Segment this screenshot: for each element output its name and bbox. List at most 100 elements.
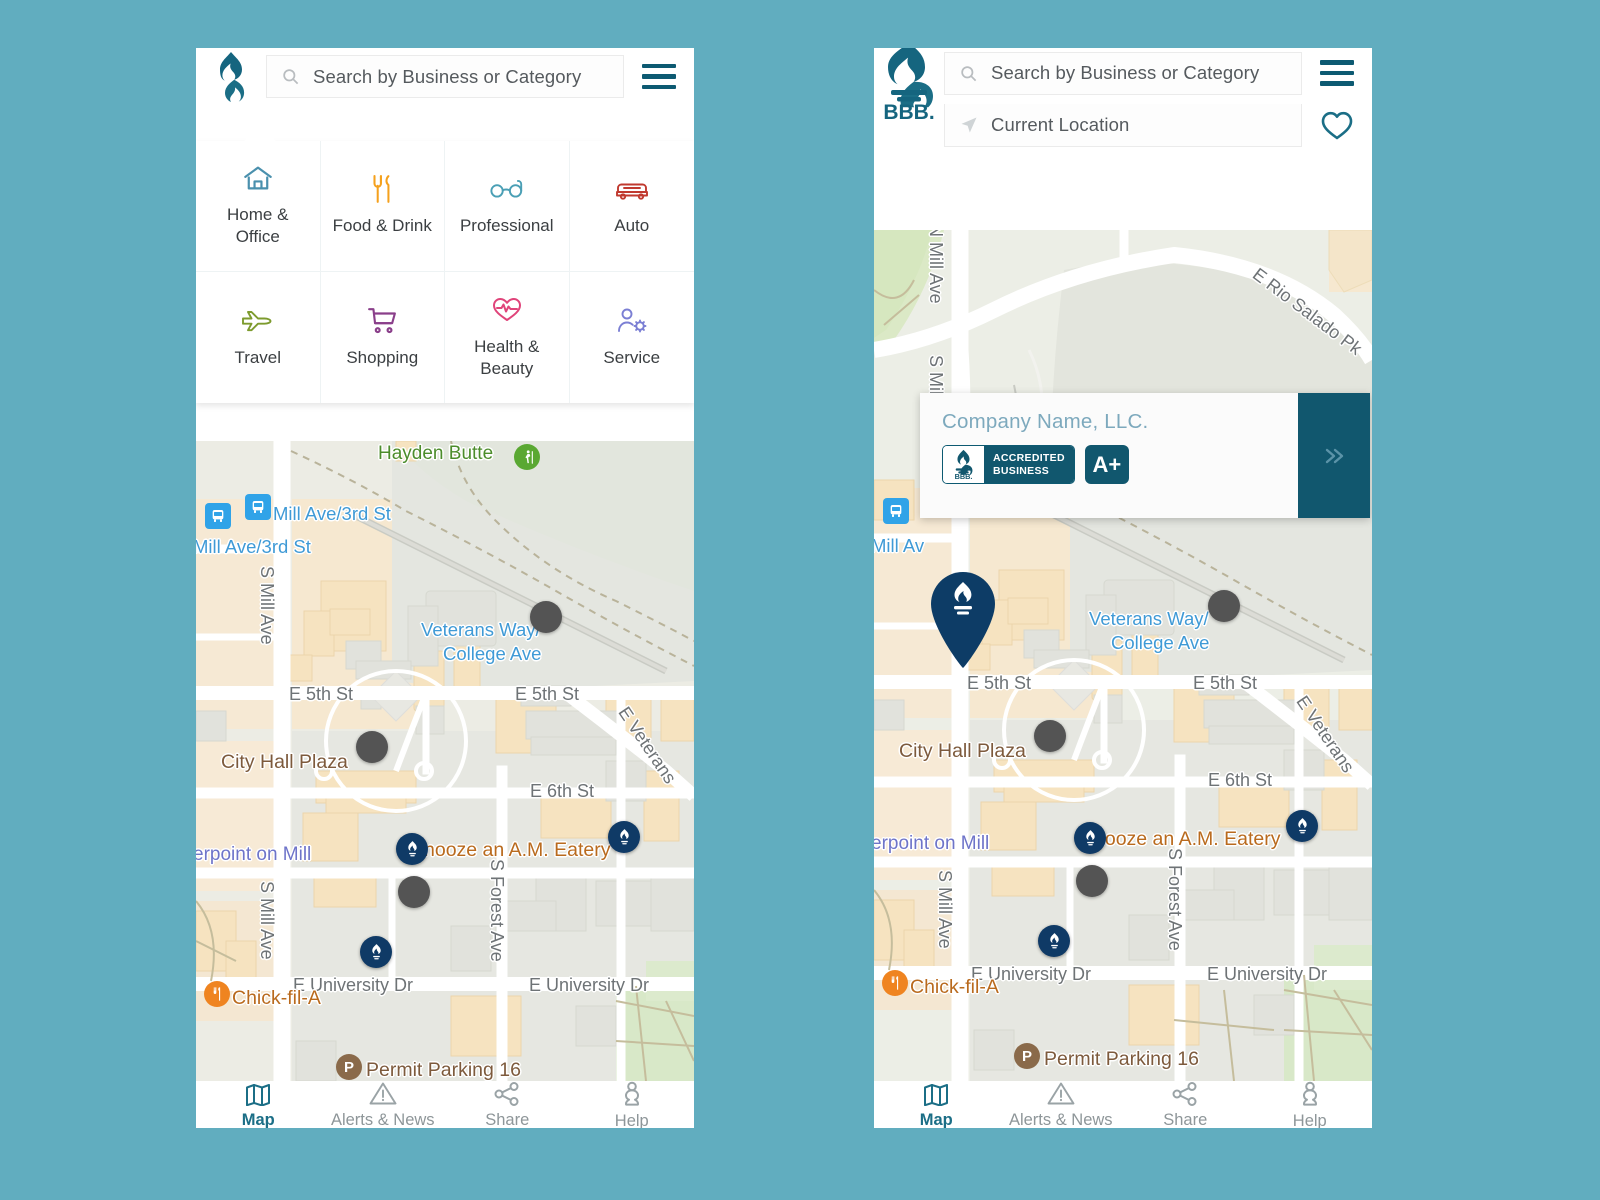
- hiking-poi-icon[interactable]: [514, 444, 540, 470]
- map-poi-dot[interactable]: [1034, 720, 1066, 752]
- category-cell-auto[interactable]: Auto: [569, 141, 694, 272]
- selected-business-pin[interactable]: [925, 570, 1001, 670]
- current-location-input[interactable]: Current Location: [944, 104, 1302, 147]
- nav-item-label: Help: [1292, 1111, 1327, 1129]
- warning-triangle-icon: [1047, 1081, 1075, 1106]
- hamburger-menu-icon: [1320, 60, 1354, 86]
- phone-screen-right: N Mill AveS Mill AveE Rio Salado PkMill …: [874, 48, 1372, 1128]
- search-placeholder-text: Search by Business or Category: [313, 65, 582, 87]
- heart-pulse-icon: [491, 290, 523, 330]
- accredited-business-badge[interactable]: BBB. ACCREDITED BUSINESS: [942, 445, 1075, 484]
- nav-item-alerts-news[interactable]: Alerts & News: [321, 1081, 446, 1128]
- category-label: Home & Office: [227, 205, 289, 246]
- business-card-expand-button[interactable]: [1298, 393, 1370, 518]
- bbb-business-marker[interactable]: [396, 833, 428, 865]
- house-icon: [243, 158, 273, 198]
- map-poi-dot[interactable]: [530, 601, 562, 633]
- hamburger-menu-button-right[interactable]: [1302, 60, 1372, 86]
- tram-icon: [890, 505, 902, 517]
- category-cell-food-drink[interactable]: Food & Drink: [320, 141, 445, 272]
- map-poi-dot[interactable]: [356, 731, 388, 763]
- category-label: Travel: [234, 347, 282, 367]
- share-nodes-icon: [494, 1081, 520, 1106]
- bbb-business-marker[interactable]: [1038, 925, 1070, 957]
- map-poi-dot[interactable]: [1208, 590, 1240, 622]
- favorites-button[interactable]: [1302, 110, 1372, 141]
- nav-item-label: Share: [485, 1110, 530, 1129]
- category-dropdown-panel: Home & Office Food & Drink Professional Aut…: [196, 127, 695, 403]
- person-question-icon: [621, 1081, 643, 1107]
- nav-item-label: Map: [919, 1110, 953, 1129]
- business-card-body: Company Name, LLC. BBB. ACCREDITED BUSIN…: [920, 393, 1298, 518]
- category-cell-shopping[interactable]: Shopping: [321, 272, 445, 403]
- category-label: Health & Beauty: [474, 336, 540, 378]
- person-question-icon: [1299, 1081, 1321, 1107]
- fork-knife-icon: [213, 987, 221, 1001]
- nav-item-share[interactable]: Share: [1123, 1081, 1248, 1128]
- nav-item-help[interactable]: Help: [570, 1081, 695, 1128]
- bbb-logo-left[interactable]: [196, 51, 266, 103]
- restaurant-poi-icon[interactable]: [882, 970, 908, 996]
- business-info-card[interactable]: Company Name, LLC. BBB. ACCREDITED BUSIN…: [920, 393, 1370, 518]
- nav-item-label: Alerts & News: [330, 1111, 435, 1128]
- svg-text:BBB.: BBB.: [955, 472, 973, 480]
- nav-item-alerts-news[interactable]: Alerts & News: [999, 1081, 1124, 1128]
- bus-icon: [212, 510, 224, 522]
- transit-rail-badge[interactable]: [245, 494, 271, 520]
- category-label: Service: [603, 347, 661, 367]
- category-label: Auto: [614, 216, 650, 236]
- person-gear-icon: [616, 301, 648, 341]
- business-badges: BBB. ACCREDITED BUSINESS A+: [942, 445, 1298, 484]
- bbb-torch-logo: [1049, 932, 1059, 948]
- restaurant-poi-icon[interactable]: [204, 981, 230, 1007]
- category-cell-home-office[interactable]: Home & Office: [196, 141, 321, 272]
- warning-triangle-icon: [369, 1081, 397, 1106]
- nav-item-label: Share: [1163, 1110, 1208, 1129]
- hamburger-menu-button-left[interactable]: [624, 63, 694, 90]
- search-icon: [959, 64, 991, 83]
- bbb-torch-logo-with-bbb-text: BBB.: [883, 48, 935, 122]
- category-cell-professional[interactable]: Professional: [445, 141, 570, 272]
- parking-poi-icon[interactable]: P: [1014, 1043, 1040, 1069]
- map-base-graphic-left: [196, 441, 694, 1081]
- bbb-business-marker[interactable]: [1286, 810, 1318, 842]
- tram-icon: [252, 501, 264, 513]
- bottom-nav-right: Map Alerts & News Share Help: [874, 1081, 1372, 1128]
- category-cell-health-beauty[interactable]: Health & Beauty: [445, 272, 570, 403]
- map-icon: [245, 1082, 271, 1106]
- parking-poi-icon[interactable]: P: [336, 1054, 362, 1080]
- category-cell-service[interactable]: Service: [570, 272, 695, 403]
- search-input-left[interactable]: Search by Business or Category: [266, 55, 624, 98]
- accredited-badge-text: ACCREDITED BUSINESS: [984, 446, 1074, 483]
- double-chevron-right-icon: [1325, 448, 1344, 463]
- bbb-torch-logo: [407, 840, 417, 856]
- bbb-logo-right[interactable]: BBB.: [874, 48, 944, 122]
- map-canvas-left[interactable]: Hayden Butte Mill Ave/3rd St Mill Ave/3rd …: [196, 441, 694, 1081]
- bbb-business-marker[interactable]: [360, 936, 392, 968]
- fork-knife-icon: [369, 169, 395, 209]
- current-location-value: Current Location: [991, 114, 1130, 135]
- bbb-torch-logo: [371, 943, 381, 959]
- bbb-badge-logo: BBB.: [943, 446, 984, 483]
- transit-bus-badge[interactable]: [205, 503, 231, 529]
- search-placeholder-text: Search by Business or Category: [991, 62, 1260, 83]
- rating-grade-badge[interactable]: A+: [1084, 445, 1129, 484]
- map-poi-dot[interactable]: [1076, 865, 1108, 897]
- airplane-icon: [241, 301, 275, 341]
- nav-item-help[interactable]: Help: [1248, 1081, 1373, 1128]
- search-input-right[interactable]: Search by Business or Category: [944, 51, 1302, 95]
- nav-item-map[interactable]: Map: [874, 1081, 999, 1128]
- category-cell-travel[interactable]: Travel: [196, 272, 321, 403]
- transit-rail-badge[interactable]: [883, 498, 909, 524]
- business-name: Company Name, LLC.: [942, 410, 1149, 433]
- bbb-torch-logo-with-bbb-text: BBB.: [955, 449, 973, 480]
- bbb-business-marker[interactable]: [608, 821, 640, 853]
- nav-item-map[interactable]: Map: [196, 1081, 321, 1128]
- map-poi-dot[interactable]: [398, 876, 430, 908]
- bbb-business-marker[interactable]: [1074, 822, 1106, 854]
- map-canvas-right[interactable]: N Mill AveS Mill AveE Rio Salado PkMill …: [874, 230, 1372, 1081]
- nav-item-share[interactable]: Share: [445, 1081, 570, 1128]
- bbb-torch-logo: [1085, 829, 1095, 845]
- share-nodes-icon: [1172, 1081, 1198, 1106]
- category-label: Shopping: [346, 347, 419, 367]
